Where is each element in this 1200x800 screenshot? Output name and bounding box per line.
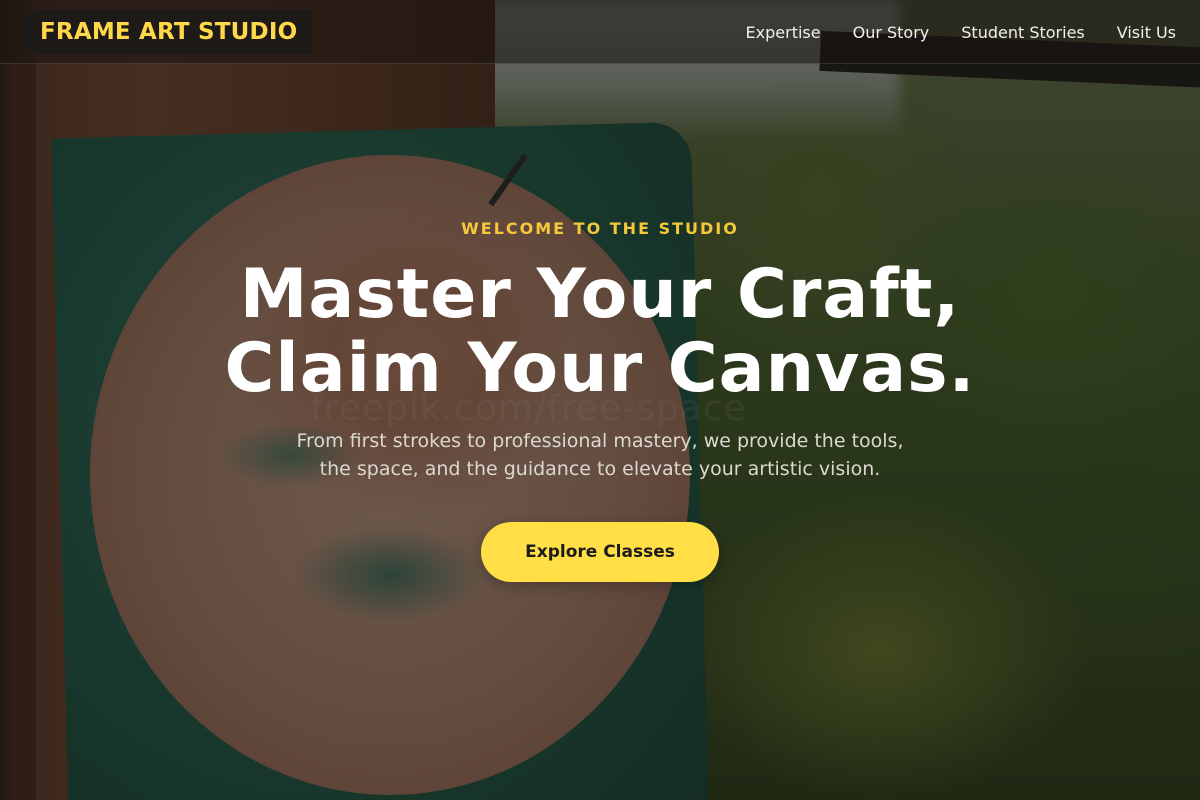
nav-link-expertise[interactable]: Expertise (746, 23, 821, 42)
hero-eyebrow: WELCOME TO THE STUDIO (461, 219, 739, 238)
hero-headline: Master Your Craft, Claim Your Canvas. (0, 258, 1200, 406)
landing-page: freepik.com/free-space FRAME ART STUDIO … (0, 0, 1200, 800)
hero-subtext: From first strokes to professional maste… (0, 427, 1200, 483)
hero-section: WELCOME TO THE STUDIO Master Your Craft,… (0, 0, 1200, 800)
subtext-line-2: the space, and the guidance to elevate y… (319, 458, 881, 480)
explore-classes-button[interactable]: Explore Classes (481, 522, 719, 582)
site-header: FRAME ART STUDIO Expertise Our Story Stu… (0, 0, 1200, 64)
main-nav: Expertise Our Story Student Stories Visi… (746, 0, 1176, 64)
subtext-line-1: From first strokes to professional maste… (296, 430, 904, 452)
brand-logo[interactable]: FRAME ART STUDIO (24, 10, 314, 54)
headline-line-2: Claim Your Canvas. (224, 329, 976, 408)
nav-link-visit-us[interactable]: Visit Us (1117, 23, 1176, 42)
headline-line-1: Master Your Craft, (239, 255, 961, 334)
nav-link-student-stories[interactable]: Student Stories (961, 23, 1085, 42)
nav-link-our-story[interactable]: Our Story (853, 23, 930, 42)
